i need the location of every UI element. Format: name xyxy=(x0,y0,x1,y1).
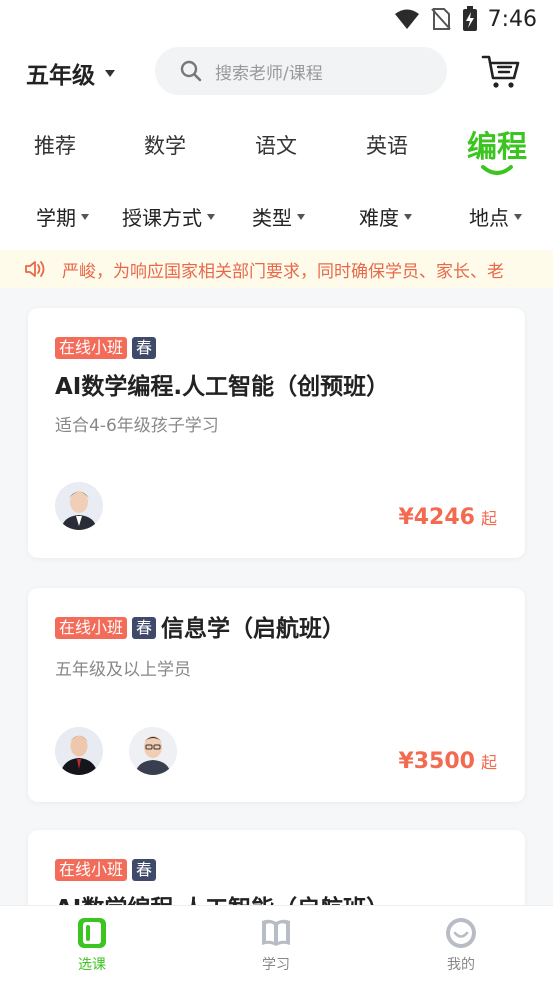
course-card[interactable]: 在线小班 春 AI数学编程.人工智能（创预班） 适合4-6年级孩子学习 ¥4246 起 xyxy=(28,308,525,558)
course-title: 在线小班春信息学（启航班） xyxy=(55,610,485,648)
teacher-portrait-icon xyxy=(129,727,177,775)
grade-label: 五年级 xyxy=(26,63,95,89)
status-bar: 7:46 xyxy=(394,6,537,32)
dropdown-arrow-icon xyxy=(105,69,115,77)
grade-selector[interactable]: 五年级 xyxy=(26,56,115,90)
filter-difficulty-label: 难度 xyxy=(359,206,399,230)
course-price: ¥4246 起 xyxy=(398,505,497,530)
filter-type[interactable]: 类型 xyxy=(252,202,305,231)
status-time: 7:46 xyxy=(487,6,537,32)
subject-tabs: 推荐 数学 语文 英语 编程 xyxy=(0,118,553,175)
tab-math[interactable]: 数学 xyxy=(144,130,186,160)
filter-difficulty[interactable]: 难度 xyxy=(359,202,412,231)
teacher-avatar[interactable] xyxy=(55,482,103,530)
nav-label: 学习 xyxy=(262,957,290,973)
shopping-cart-icon[interactable] xyxy=(481,54,521,90)
filter-type-label: 类型 xyxy=(252,206,292,230)
teacher-avatar[interactable] xyxy=(129,727,177,775)
bottom-navigation: 选课 学习 我的 xyxy=(0,905,553,984)
course-price: ¥3500 起 xyxy=(398,749,497,774)
filter-bar: 学期 授课方式 类型 难度 地点 xyxy=(0,196,553,236)
dropdown-arrow-icon xyxy=(207,213,215,220)
tab-chinese[interactable]: 语文 xyxy=(255,130,297,160)
tab-english[interactable]: 英语 xyxy=(366,130,408,160)
search-placeholder: 搜索老师/课程 xyxy=(215,63,323,84)
active-tab-indicator xyxy=(481,165,513,175)
dropdown-arrow-icon xyxy=(404,213,412,220)
teacher-avatar[interactable] xyxy=(55,727,103,775)
smiley-face-icon xyxy=(446,918,476,948)
price-suffix: 起 xyxy=(480,753,497,772)
teacher-portrait-icon xyxy=(55,727,103,775)
nav-label: 选课 xyxy=(78,957,106,973)
teacher-portrait-icon xyxy=(55,482,103,530)
course-card[interactable]: 在线小班春信息学（启航班） 五年级及以上学员 ¥3500 起 xyxy=(28,588,525,802)
price-suffix: 起 xyxy=(480,509,497,528)
wifi-icon xyxy=(394,9,419,29)
tag-online-class: 在线小班 xyxy=(55,859,128,881)
filter-teaching-method[interactable]: 授课方式 xyxy=(122,202,215,231)
tab-programming[interactable]: 编程 xyxy=(467,122,527,166)
course-title-text: AI数学编程.人工智能（创预班） xyxy=(55,374,390,400)
tag-season: 春 xyxy=(132,617,157,639)
course-subtitle: 适合4-6年级孩子学习 xyxy=(55,416,219,436)
tag-online-class: 在线小班 xyxy=(55,337,128,359)
price-value: ¥4246 xyxy=(398,505,475,530)
dropdown-arrow-icon xyxy=(81,213,89,220)
filter-teaching-method-label: 授课方式 xyxy=(122,206,202,230)
price-value: ¥3500 xyxy=(398,749,475,774)
notice-banner[interactable]: 严峻，为响应国家相关部门要求，同时确保学员、家长、老 xyxy=(0,250,553,288)
nav-label: 我的 xyxy=(447,957,475,973)
filter-location[interactable]: 地点 xyxy=(469,202,522,231)
course-title: 在线小班 春 AI数学编程.人工智能（创预班） xyxy=(55,330,485,406)
filter-term-label: 学期 xyxy=(36,206,76,230)
tab-recommend[interactable]: 推荐 xyxy=(34,130,76,160)
nav-mine[interactable]: 我的 xyxy=(421,916,501,974)
course-subtitle: 五年级及以上学员 xyxy=(55,660,191,680)
search-bar[interactable]: 搜索老师/课程 xyxy=(155,47,447,95)
filter-location-label: 地点 xyxy=(469,206,509,230)
nav-select-course[interactable]: 选课 xyxy=(52,916,132,974)
tag-season: 春 xyxy=(132,337,157,359)
tag-season: 春 xyxy=(132,859,157,881)
tag-online-class: 在线小班 xyxy=(55,617,128,639)
filter-term[interactable]: 学期 xyxy=(36,202,89,231)
open-book-icon xyxy=(262,919,290,946)
notice-text: 严峻，为响应国家相关部门要求，同时确保学员、家长、老 xyxy=(62,262,504,282)
speaker-icon xyxy=(25,261,45,277)
battery-charging-icon xyxy=(462,6,477,31)
dropdown-arrow-icon xyxy=(514,213,522,220)
course-title-text: 信息学（启航班） xyxy=(161,616,346,642)
dropdown-arrow-icon xyxy=(297,213,305,220)
course-book-icon xyxy=(78,918,106,948)
no-sim-icon xyxy=(430,8,451,30)
nav-study[interactable]: 学习 xyxy=(236,916,316,974)
search-icon xyxy=(180,60,202,82)
